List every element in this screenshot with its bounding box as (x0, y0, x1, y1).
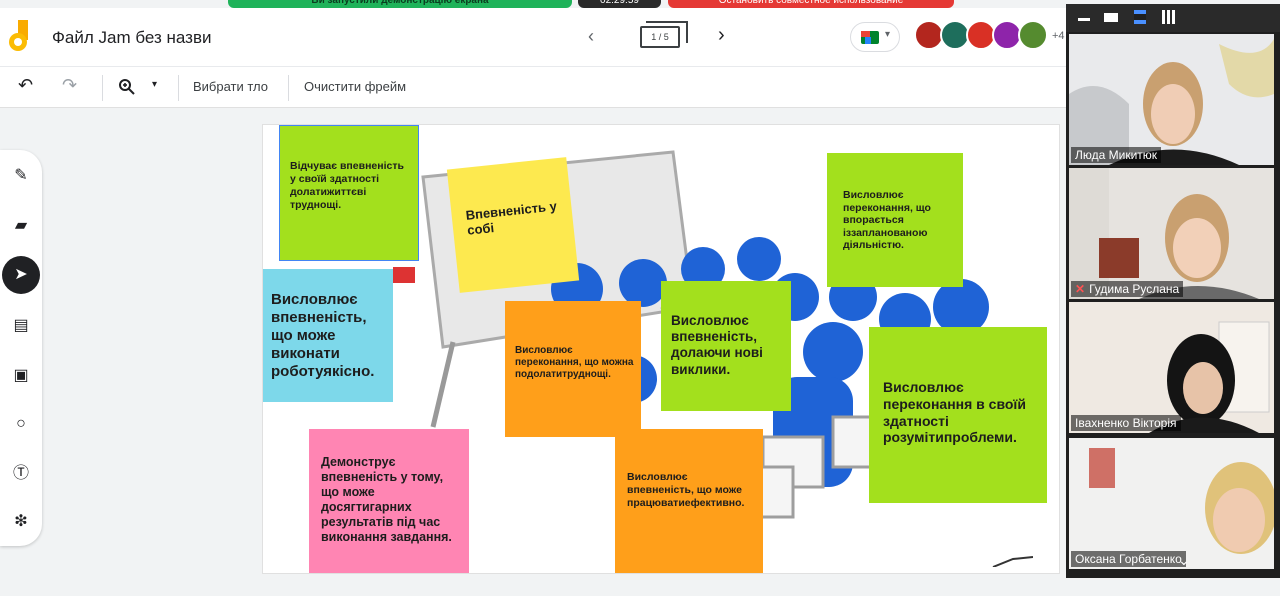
participant-name: Оксана Горбатенко (1071, 551, 1186, 567)
redo-icon[interactable]: ↷ (62, 75, 77, 96)
toolbar-divider (102, 75, 103, 101)
chevron-down-icon: ▾ (885, 29, 891, 40)
participant-name-text: Гудима Руслана (1089, 282, 1180, 296)
minimize-icon[interactable] (1078, 18, 1090, 21)
header-bar: Файл Jam без назви ‹ 1 / 5 › ▾ +4 (0, 8, 1066, 66)
mic-off-icon: ✕ (1075, 282, 1086, 296)
participant-video (1069, 34, 1274, 165)
toolbar-divider (288, 75, 289, 101)
frame-indicator[interactable]: 1 / 5 (640, 21, 688, 48)
circle-icon[interactable]: ○ (7, 410, 35, 438)
sticky-note[interactable]: Висловлює переконання, що впорається ізз… (827, 153, 963, 287)
single-view-icon[interactable] (1104, 13, 1118, 22)
sticky-note[interactable]: Висловлює переконання в своїй здатності … (869, 327, 1047, 503)
eraser-icon[interactable]: ▰ (7, 212, 35, 240)
next-frame-button[interactable]: › (718, 24, 725, 47)
sticky-note-text: Висловлює переконання, що впорається ізз… (843, 189, 931, 252)
sticky-note-text: Відчуває впевненість у своїй здатності д… (290, 160, 404, 212)
chevron-down-icon[interactable]: ⌄ (1178, 552, 1190, 569)
sticky-note[interactable]: Висловлює переконання, що можна подолати… (505, 301, 641, 437)
zoom-icon[interactable] (118, 78, 136, 96)
avatar[interactable] (1018, 20, 1048, 50)
sticky-note[interactable]: Демонструє впевненість у тому, що може д… (309, 429, 469, 573)
meet-present-button[interactable]: ▾ (850, 22, 900, 52)
app-window: Ви запустили демонстрацію екрана 02:29:5… (0, 0, 1280, 596)
jam-canvas[interactable]: Відчуває впевненість у своїй здатності д… (262, 124, 1060, 574)
undo-icon[interactable]: ↶ (18, 75, 33, 96)
meet-icon (861, 31, 879, 44)
video-panel-toolbar (1066, 4, 1280, 32)
sticky-note-text: Висловлює впевненість, що може виконати … (271, 291, 375, 380)
sticky-note-text: Висловлює переконання в своїй здатності … (883, 379, 1026, 446)
select-icon[interactable]: ➤ (2, 256, 40, 294)
previous-frame-button[interactable]: ‹ (588, 26, 594, 47)
laser-icon[interactable]: ❇ (7, 508, 35, 536)
pen-icon[interactable]: ✎ (7, 162, 35, 190)
sticky-note-text: Висловлює впевненість, долаючи нові викл… (671, 313, 763, 377)
stop-sharing-button[interactable]: Остановить совместное использование (668, 0, 954, 8)
participant-video (1069, 168, 1274, 299)
sticky-note[interactable]: Висловлює впевненість, що може виконати … (263, 269, 393, 402)
zoom-dropdown-icon[interactable]: ▾ (152, 79, 157, 90)
set-background-button[interactable]: Вибрати тло (193, 79, 268, 94)
share-timer: 02:29:59 (578, 0, 661, 8)
sticky-note-text: Висловлює впевненість, що може працювати… (627, 471, 745, 510)
document-title[interactable]: Файл Jam без назви (52, 28, 211, 48)
participant-tile[interactable]: Івахненко Вікторія (1069, 302, 1274, 433)
participant-tile[interactable]: Люда Микитюк (1069, 34, 1274, 165)
participant-tile[interactable]: ✕ Гудима Руслана (1069, 168, 1274, 299)
tool-rail: ✎ ▰ ➤ ▤ ▣ ○ Ⓣ ❇ (0, 150, 42, 546)
participant-name: Люда Микитюк (1071, 147, 1162, 163)
clear-frame-button[interactable]: Очистити фрейм (304, 79, 406, 94)
participant-video (1069, 302, 1274, 433)
text-box-icon[interactable]: Ⓣ (7, 460, 35, 488)
more-participants-count[interactable]: +4 (1052, 30, 1065, 42)
sticky-note-text: Впевненість у собі (464, 198, 558, 238)
participant-video (1069, 438, 1274, 569)
video-panel: Люда Микитюк ✕Гудима Руслана Івахненко (1066, 4, 1280, 578)
participant-name: Івахненко Вікторія (1071, 415, 1181, 431)
sticky-note-text: Висловлює переконання, що можна подолати… (515, 345, 634, 380)
sticky-note[interactable]: Впевненість у собі (446, 157, 580, 293)
sticky-note[interactable]: Відчуває впевненість у своїй здатності д… (279, 125, 419, 261)
image-icon[interactable]: ▣ (7, 362, 35, 390)
jamboard-logo-icon (9, 20, 28, 51)
strip-view-icon[interactable] (1134, 10, 1146, 24)
toolbar-divider (178, 75, 179, 101)
sticky-note[interactable]: Висловлює впевненість, долаючи нові викл… (661, 281, 791, 411)
sticky-note[interactable]: Висловлює впевненість, що може працювати… (615, 429, 763, 573)
screen-share-banner: Ви запустили демонстрацію екрана (228, 0, 572, 8)
sticky-note-icon[interactable]: ▤ (7, 312, 35, 340)
grid-view-icon[interactable] (1162, 10, 1176, 24)
sticky-note-text: Демонструє впевненість у тому, що може д… (321, 455, 452, 544)
toolbar: ↶ ↷ ▾ Вибрати тло Очистити фрейм (0, 66, 1066, 108)
participant-tile[interactable]: Оксана Горбатенко (1069, 438, 1274, 569)
participant-name: ✕ Гудима Руслана (1071, 281, 1184, 297)
